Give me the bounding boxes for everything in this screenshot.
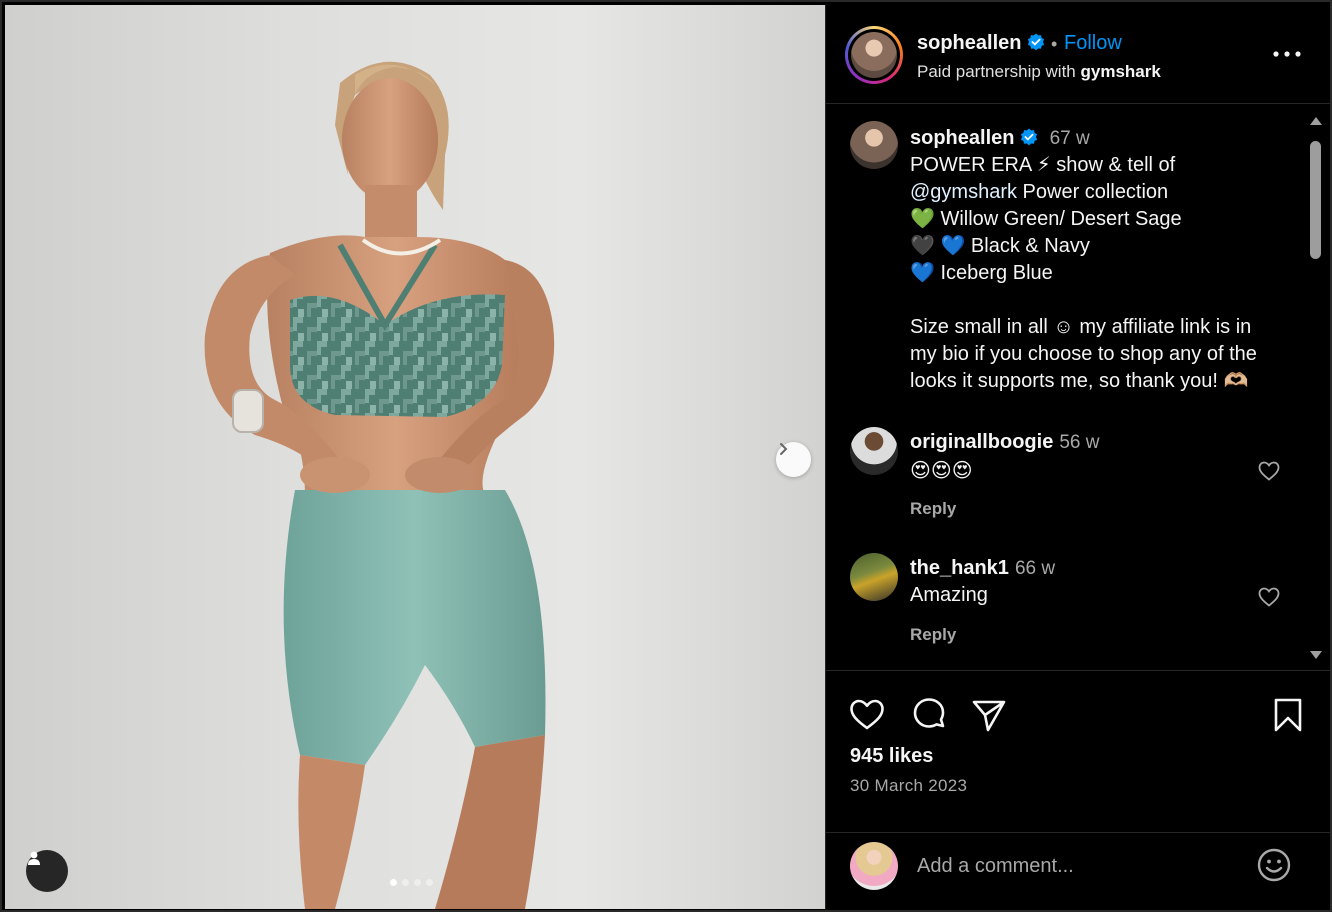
chevron-right-icon	[780, 443, 788, 455]
mention-link[interactable]: @gymshark	[910, 181, 1017, 203]
comments-list[interactable]: sopheallen 67 w POWER ERA ⚡ show & tell …	[826, 105, 1330, 671]
comment-username[interactable]: originallboogie	[910, 431, 1053, 453]
add-comment-bar	[826, 832, 1330, 909]
comment-input[interactable]	[917, 853, 1237, 879]
caption-line: Size small in all ☺ my affiliate link is…	[910, 316, 1252, 338]
caption-line: Power collection	[1017, 181, 1169, 203]
caption-line: 💚 Willow Green/ Desert Sage	[910, 208, 1182, 230]
comment-bubble-icon[interactable]	[910, 696, 948, 734]
photo-illustration	[204, 61, 555, 909]
verified-badge-icon	[1027, 33, 1045, 51]
caption-line: my bio if you choose to shop any of the	[910, 343, 1257, 365]
like-heart-icon[interactable]	[848, 696, 886, 734]
comment-time[interactable]: 66 w	[1015, 558, 1055, 579]
caption-username[interactable]: sopheallen	[910, 127, 1014, 149]
carousel-dot	[414, 879, 421, 886]
likes-count[interactable]: 945 likes	[850, 745, 933, 768]
caption-line: 💙 Iceberg Blue	[910, 262, 1053, 284]
like-comment-heart-icon[interactable]	[1257, 459, 1281, 483]
caption-author-avatar[interactable]	[850, 121, 898, 169]
share-paper-plane-icon[interactable]	[970, 696, 1008, 734]
partnership-prefix: Paid partnership with	[917, 62, 1081, 81]
current-user-avatar	[850, 842, 898, 890]
author-username-row[interactable]: sopheallen	[917, 32, 1045, 55]
post-dialog: sopheallen • Follow Paid partnership wit…	[0, 0, 1332, 912]
next-slide-button[interactable]	[776, 442, 811, 477]
caption-line: 🖤 💙 Black & Navy	[910, 235, 1090, 257]
carousel-indicator	[390, 879, 433, 886]
carousel-dot	[402, 879, 409, 886]
commenter-avatar[interactable]	[850, 553, 898, 601]
comment-time[interactable]: 56 w	[1059, 432, 1099, 453]
carousel-dot	[426, 879, 433, 886]
comment-header: originallboogie 56 w	[910, 431, 1099, 454]
like-comment-heart-icon[interactable]	[1257, 585, 1281, 609]
author-avatar[interactable]	[845, 26, 903, 84]
scroll-up-arrow-icon[interactable]	[1310, 117, 1322, 125]
verified-badge-icon	[1020, 128, 1038, 146]
follow-button[interactable]: Follow	[1064, 32, 1122, 55]
caption-time[interactable]: 67 w	[1050, 128, 1090, 149]
emoji-smiley-icon[interactable]	[1256, 847, 1292, 883]
post-header: sopheallen • Follow Paid partnership wit…	[826, 5, 1330, 104]
separator-dot: •	[1051, 34, 1058, 54]
tagged-users-button[interactable]	[26, 850, 68, 892]
post-photo[interactable]	[5, 5, 825, 909]
post-side-panel: sopheallen • Follow Paid partnership wit…	[825, 5, 1330, 909]
comment-header: the_hank1 66 w	[910, 557, 1055, 580]
comments-scrollbar[interactable]	[1307, 113, 1324, 665]
caption-line: looks it supports me, so thank you! 🫶🏼	[910, 370, 1249, 392]
reply-button[interactable]: Reply	[910, 625, 956, 645]
comment-text: Amazing	[910, 584, 988, 606]
author-username[interactable]: sopheallen	[917, 32, 1021, 54]
commenter-avatar[interactable]	[850, 427, 898, 475]
post-date[interactable]: 30 March 2023	[850, 776, 967, 796]
comment-text: 😍😍😍	[910, 460, 973, 482]
save-bookmark-icon[interactable]	[1269, 696, 1307, 734]
comment-username[interactable]: the_hank1	[910, 557, 1009, 579]
scrollbar-thumb[interactable]	[1310, 141, 1321, 259]
carousel-dot	[390, 879, 397, 886]
caption: sopheallen 67 w POWER ERA ⚡ show & tell …	[910, 125, 1300, 395]
partner-link[interactable]: gymshark	[1080, 62, 1160, 81]
more-options-icon[interactable]	[1271, 41, 1303, 67]
user-icon	[28, 851, 40, 865]
scroll-down-arrow-icon[interactable]	[1310, 651, 1322, 659]
paid-partnership-label: Paid partnership with gymshark	[917, 62, 1161, 82]
reply-button[interactable]: Reply	[910, 499, 956, 519]
caption-line: POWER ERA ⚡ show & tell of	[910, 154, 1176, 176]
post-actions: 945 likes 30 March 2023	[826, 672, 1330, 832]
